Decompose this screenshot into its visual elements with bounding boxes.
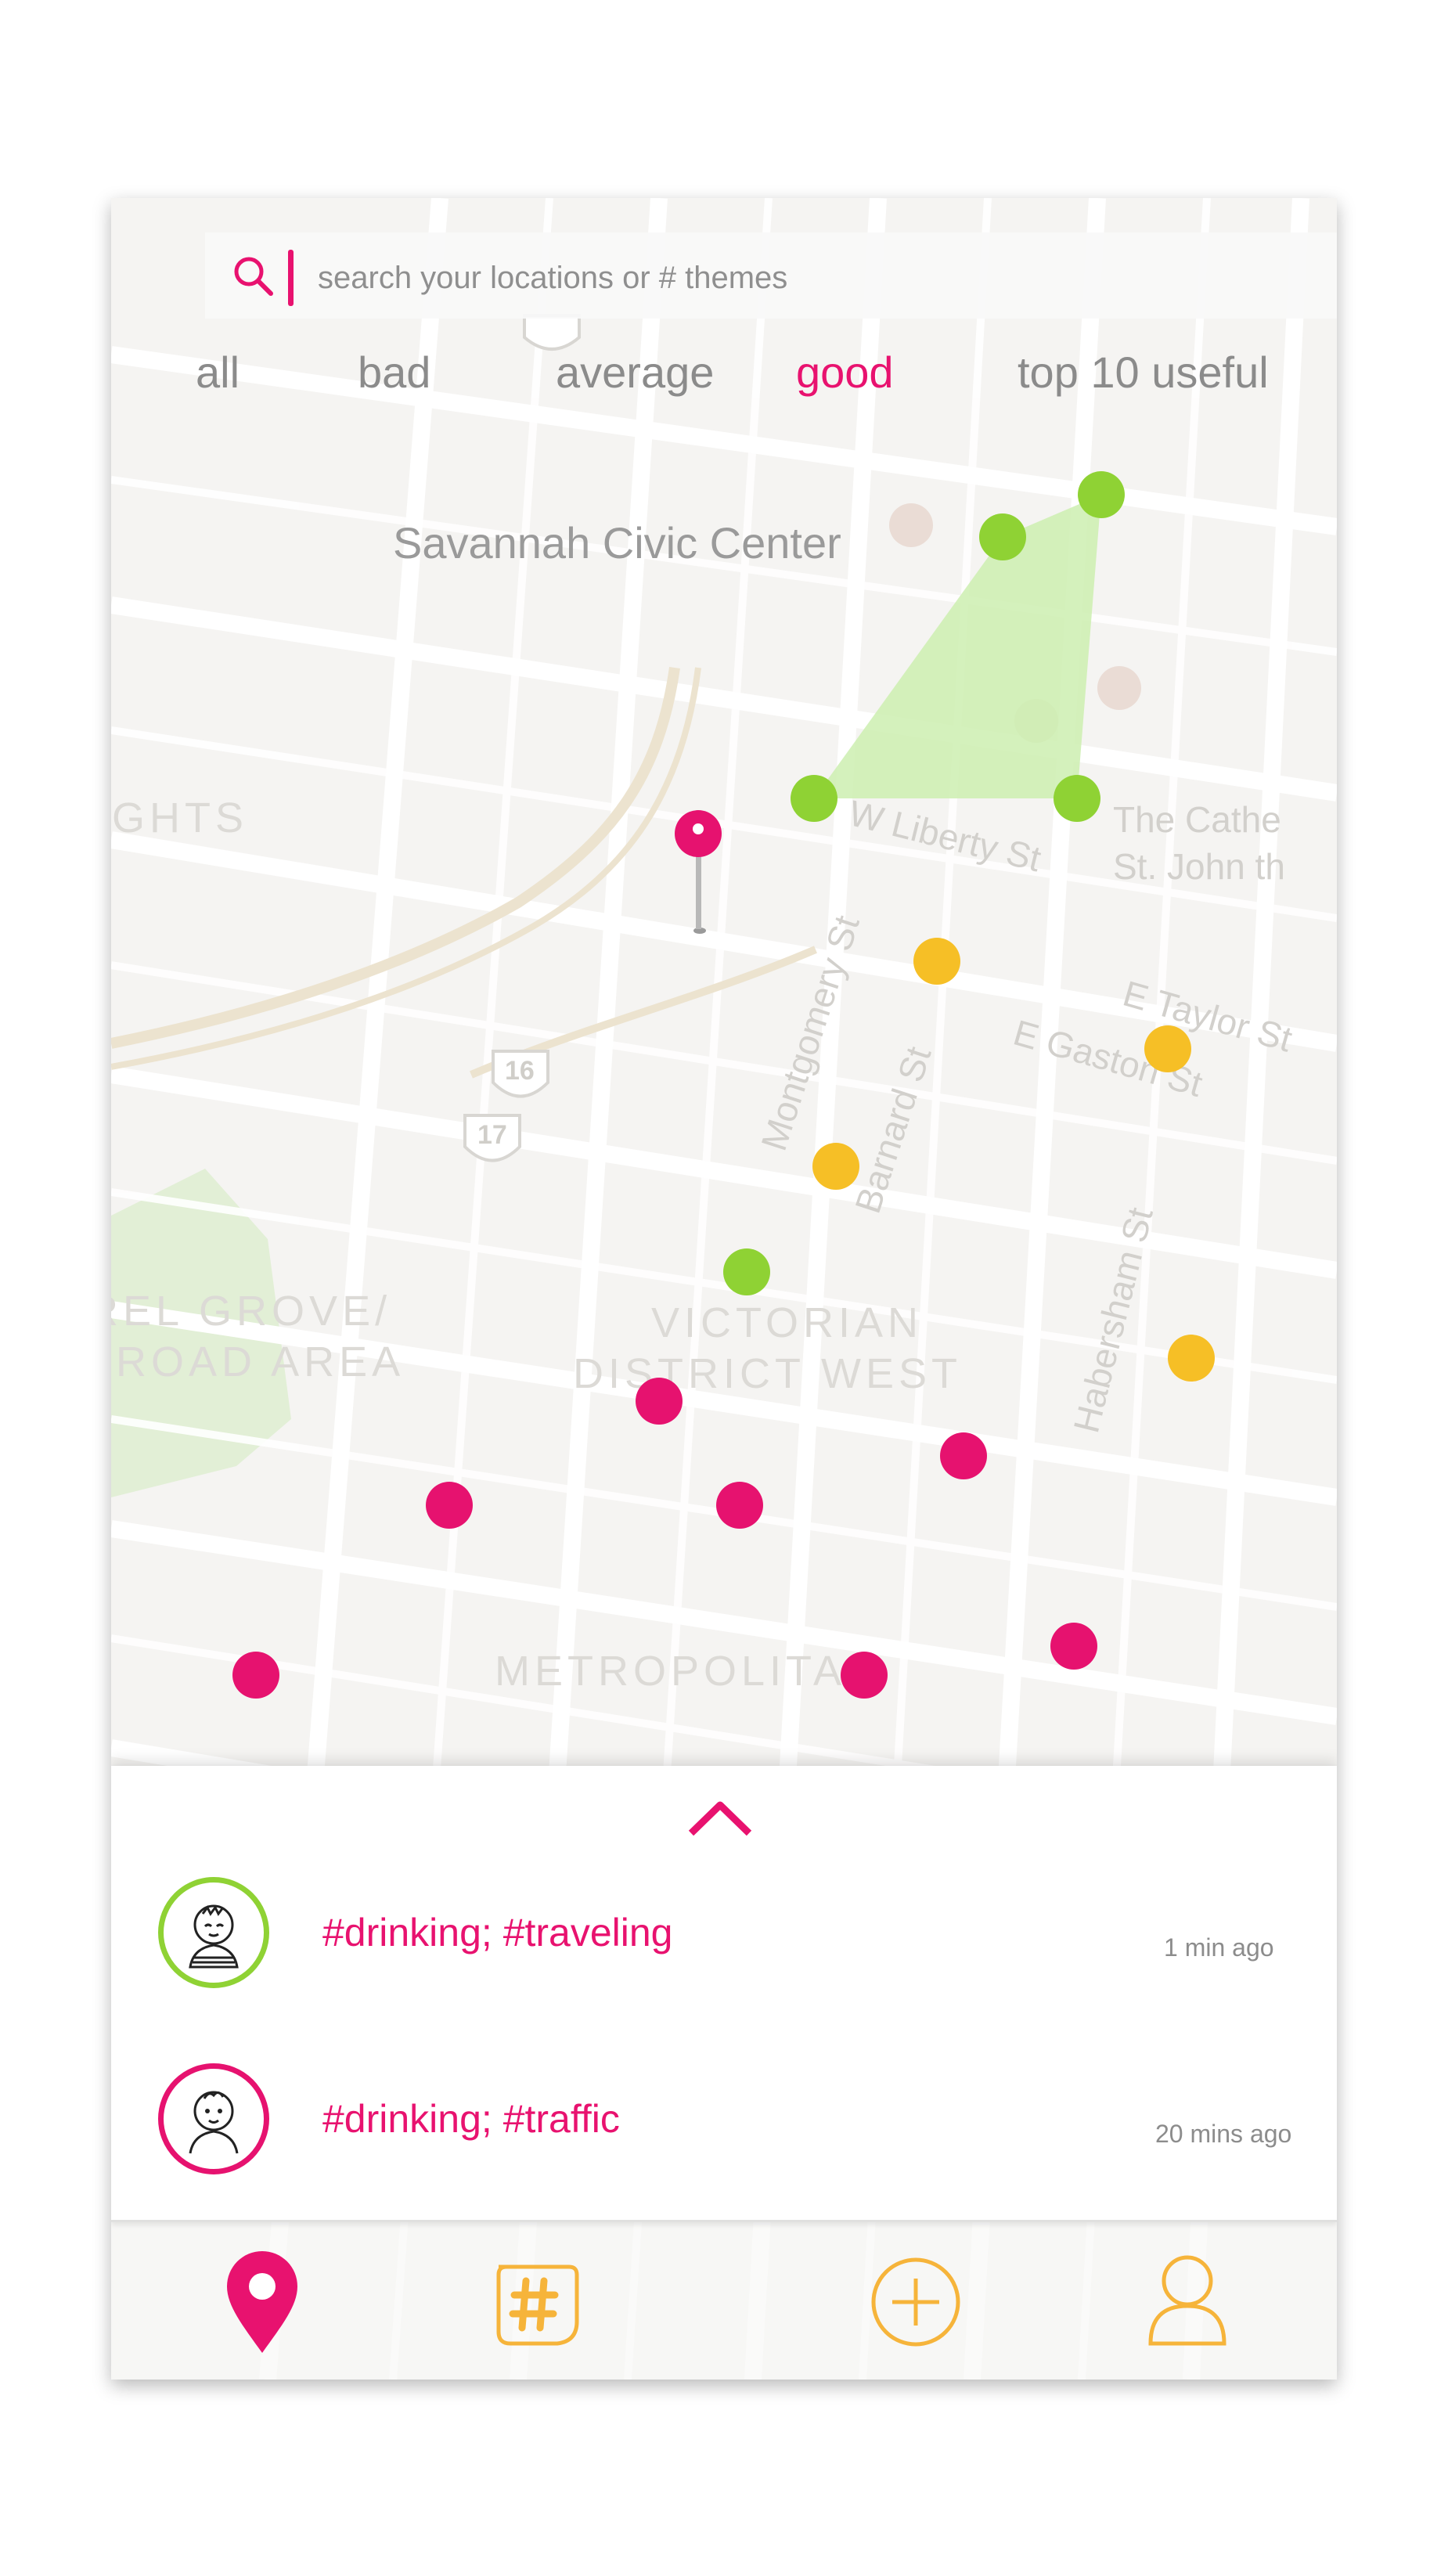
svg-text:VICTORIAN: VICTORIAN [651, 1299, 923, 1346]
tab-good[interactable]: good [796, 347, 894, 398]
feed-panel: #drinking; #traveling 1 min ago #drinkin… [111, 1766, 1337, 2222]
tab-map[interactable] [211, 2243, 313, 2361]
add-circle-icon [871, 2257, 960, 2347]
map-poi-label: Savannah Civic Center [393, 518, 841, 567]
map-marker-bad[interactable] [841, 1652, 888, 1699]
avatar [158, 2063, 269, 2174]
feed-item-tags: #drinking; #traveling [322, 1911, 673, 1955]
map-marker-average[interactable] [1144, 1025, 1191, 1072]
feed-item[interactable]: #drinking; #traveling 1 min ago [111, 1877, 1337, 2034]
map-marker-average[interactable] [1168, 1335, 1215, 1382]
map-marker-good[interactable] [791, 775, 837, 822]
search-bar[interactable] [205, 232, 1337, 319]
map-marker-average[interactable] [913, 938, 960, 985]
feed-item[interactable]: #drinking; #traffic 20 mins ago [111, 2063, 1337, 2220]
location-pin-icon[interactable] [667, 805, 729, 939]
map-marker-bad[interactable] [426, 1482, 473, 1529]
map-marker-good[interactable] [1054, 775, 1100, 822]
tab-bad[interactable]: bad [358, 347, 430, 398]
tab-all[interactable]: all [196, 347, 240, 398]
tab-top-10-useful[interactable]: top 10 useful [1018, 347, 1269, 398]
svg-text:16: 16 [505, 1056, 535, 1086]
svg-text:IGHTS: IGHTS [111, 794, 248, 841]
svg-text:17: 17 [477, 1120, 507, 1150]
hashtag-chat-icon [496, 2264, 579, 2346]
svg-text:METROPOLITAN: METROPOLITAN [495, 1648, 881, 1695]
app-screen: IGHTS REL GROVE/ LROAD AREA VICTORIAN DI… [111, 198, 1337, 2380]
feed-item-tags: #drinking; #traffic [322, 2097, 620, 2141]
svg-text:DISTRICT WEST: DISTRICT WEST [573, 1350, 962, 1397]
tab-profile[interactable] [1136, 2243, 1238, 2361]
map-pin-icon [227, 2251, 297, 2353]
map-marker-average[interactable] [812, 1143, 859, 1190]
chevron-up-icon[interactable] [686, 1796, 754, 1839]
svg-text:LROAD AREA: LROAD AREA [111, 1338, 405, 1385]
map-marker-good[interactable] [1078, 471, 1125, 518]
bottom-tab-bar [111, 2220, 1337, 2380]
map-marker-good[interactable] [979, 513, 1026, 560]
avatar [158, 1877, 269, 1988]
feed-item-time: 1 min ago [1164, 1933, 1274, 1962]
tab-themes[interactable] [483, 2243, 585, 2361]
sleepy-face-icon [189, 1904, 239, 1969]
map-marker-bad[interactable] [232, 1652, 279, 1699]
rating-filter-tabs: all bad average good top 10 useful [111, 347, 1337, 425]
tab-add[interactable] [865, 2243, 967, 2361]
map-marker-bad[interactable] [940, 1432, 987, 1479]
user-profile-icon [1148, 2255, 1226, 2346]
map-marker-bad[interactable] [1050, 1623, 1097, 1670]
search-icon[interactable] [230, 253, 277, 300]
text-cursor [288, 250, 294, 306]
feed-item-time: 20 mins ago [1155, 2120, 1292, 2148]
map-marker-good[interactable] [723, 1248, 770, 1295]
tab-average[interactable]: average [556, 347, 714, 398]
face-icon [189, 2091, 239, 2154]
map-marker-bad[interactable] [636, 1378, 683, 1425]
svg-text:REL GROVE/: REL GROVE/ [111, 1288, 391, 1335]
map-marker-bad[interactable] [716, 1482, 763, 1529]
svg-text:The Cathe: The Cathe [1113, 799, 1281, 840]
search-input[interactable] [316, 256, 1102, 300]
svg-text:St. John th: St. John th [1113, 846, 1285, 887]
